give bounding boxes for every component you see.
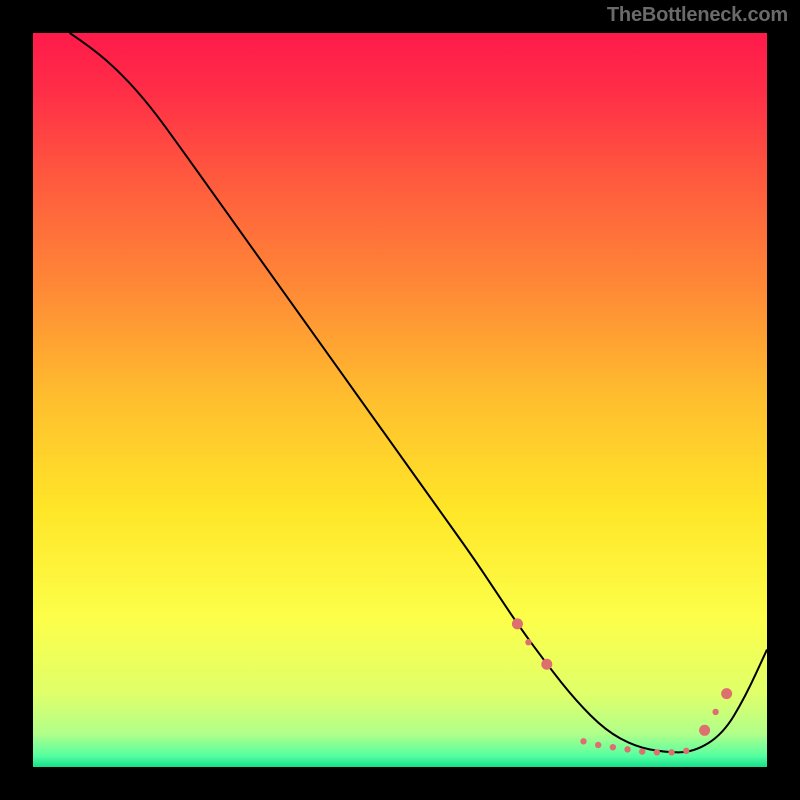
highlight-dot — [721, 688, 732, 699]
plot-area — [33, 33, 767, 767]
highlight-dot — [639, 748, 645, 754]
highlight-dot — [541, 659, 552, 670]
chart-svg — [33, 33, 767, 767]
chart-frame: TheBottleneck.com — [0, 0, 800, 800]
highlight-dot — [712, 709, 718, 715]
watermark-text: TheBottleneck.com — [607, 4, 788, 27]
highlight-dot — [525, 639, 531, 645]
highlight-dot — [624, 746, 630, 752]
highlight-dot — [595, 742, 601, 748]
highlight-dot — [654, 749, 660, 755]
highlight-dot — [668, 749, 674, 755]
highlight-dot — [580, 738, 586, 744]
highlight-dot — [683, 748, 689, 754]
highlight-dot — [699, 725, 710, 736]
highlight-dot — [610, 744, 616, 750]
highlight-dot — [512, 618, 523, 629]
gradient-background — [33, 33, 767, 767]
